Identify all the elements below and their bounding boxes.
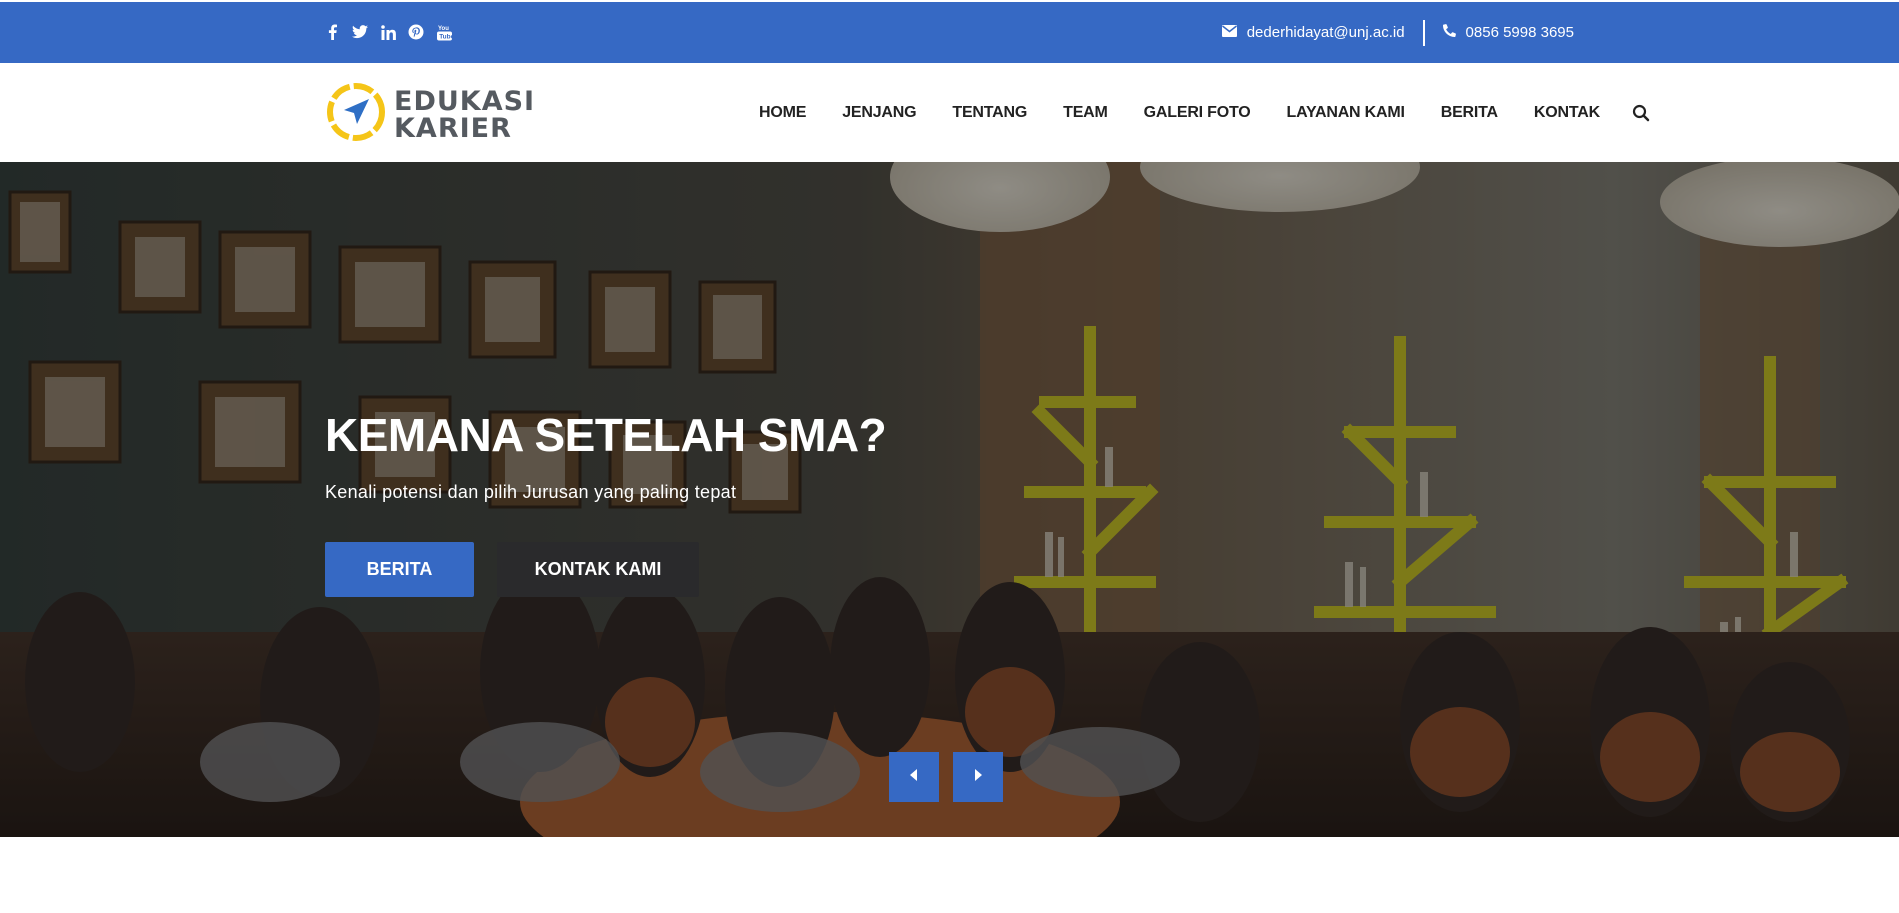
nav-jenjang[interactable]: JENJANG xyxy=(842,104,916,122)
slider-prev-button[interactable] xyxy=(889,752,939,802)
compass-arrow-icon xyxy=(324,80,388,149)
caret-left-icon xyxy=(910,768,918,786)
logo-line-2: KARIER xyxy=(394,112,512,144)
svg-text:You: You xyxy=(438,26,449,32)
envelope-icon xyxy=(1221,24,1237,41)
twitter-icon[interactable] xyxy=(352,23,368,41)
email-text: dederhidayat@unj.ac.id xyxy=(1246,24,1405,41)
main-nav: HOME JENJANG TENTANG TEAM GALERI FOTO LA… xyxy=(759,63,1650,162)
site-logo[interactable]: EDUKASI KARIER xyxy=(324,80,535,149)
kontak-kami-button[interactable]: KONTAK KAMI xyxy=(497,542,699,597)
hero-title: KEMANA SETELAH SMA? xyxy=(325,409,887,461)
contact-info: dederhidayat@unj.ac.id 0856 5998 3695 xyxy=(1221,2,1574,63)
social-links: YouTube xyxy=(324,23,452,41)
phone-contact[interactable]: 0856 5998 3695 xyxy=(1442,24,1574,41)
contact-divider xyxy=(1422,19,1425,46)
email-contact[interactable]: dederhidayat@unj.ac.id xyxy=(1221,24,1405,41)
phone-icon xyxy=(1442,24,1456,41)
slider-next-button[interactable] xyxy=(953,752,1003,802)
nav-berita[interactable]: BERITA xyxy=(1441,104,1498,122)
logo-line-1: EDUKASI xyxy=(394,85,536,117)
hero-slider: KEMANA SETELAH SMA? Kenali potensi dan p… xyxy=(0,162,1899,837)
facebook-icon[interactable] xyxy=(324,23,340,41)
phone-text: 0856 5998 3695 xyxy=(1465,24,1574,41)
main-header: EDUKASI KARIER HOME JENJANG TENTANG TEAM… xyxy=(0,63,1899,162)
nav-layanan-kami[interactable]: LAYANAN KAMI xyxy=(1287,104,1405,122)
nav-team[interactable]: TEAM xyxy=(1063,104,1108,122)
svg-text:Tube: Tube xyxy=(439,33,452,40)
youtube-icon[interactable]: YouTube xyxy=(436,23,452,41)
search-icon[interactable] xyxy=(1632,104,1650,122)
berita-button[interactable]: BERITA xyxy=(325,542,474,597)
linkedin-icon[interactable] xyxy=(380,23,396,41)
nav-home[interactable]: HOME xyxy=(759,104,806,122)
top-bar: YouTube dederhidayat@unj.ac.id 0856 5998… xyxy=(0,2,1899,63)
hero-background-photo xyxy=(0,162,1899,837)
pinterest-icon[interactable] xyxy=(408,23,424,41)
hero-subtitle: Kenali potensi dan pilih Jurusan yang pa… xyxy=(325,482,737,502)
caret-right-icon xyxy=(974,768,982,786)
nav-galeri-foto[interactable]: GALERI FOTO xyxy=(1144,104,1251,122)
nav-kontak[interactable]: KONTAK xyxy=(1534,104,1600,122)
nav-tentang[interactable]: TENTANG xyxy=(952,104,1027,122)
logo-wordmark: EDUKASI KARIER xyxy=(394,88,535,142)
